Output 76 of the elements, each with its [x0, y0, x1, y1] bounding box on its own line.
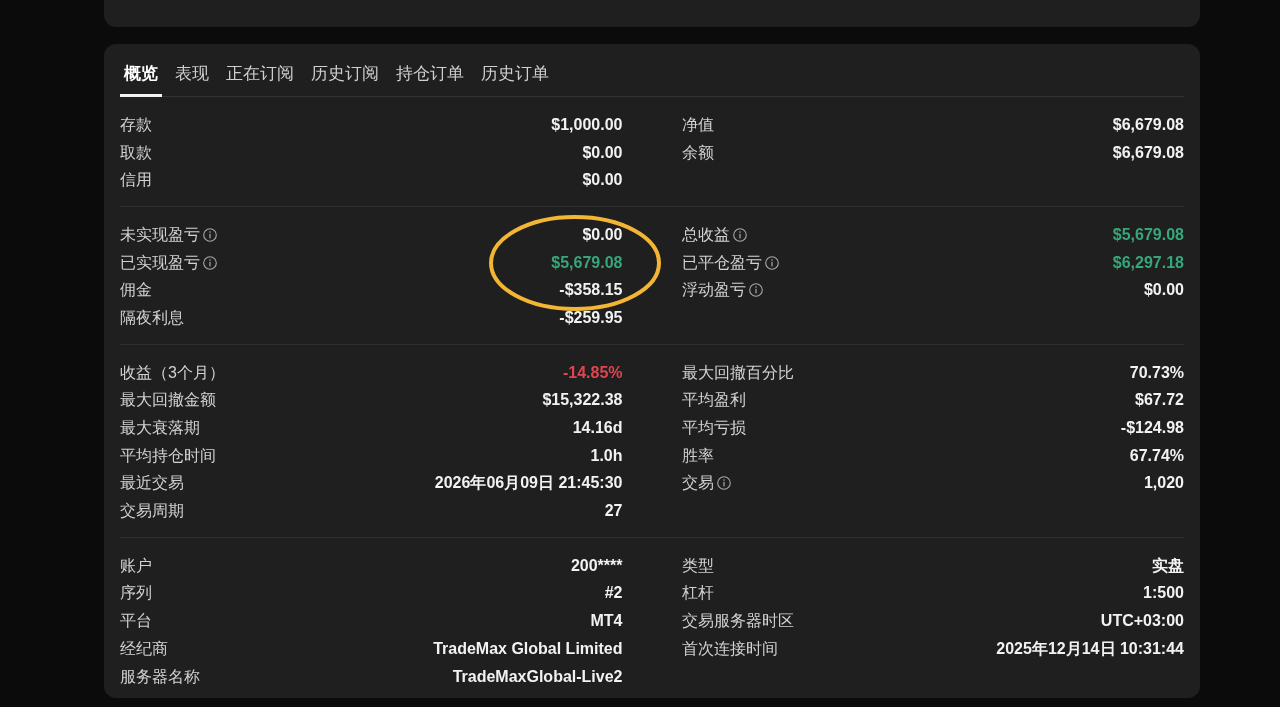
stat-label: 佣金 [120, 280, 152, 301]
info-icon[interactable] [203, 255, 217, 270]
info-icon[interactable] [732, 227, 747, 242]
stat-label: 未实现盈亏 [120, 224, 200, 245]
stat-label: 序列 [120, 583, 152, 604]
stat-label: 最大衰落期 [120, 418, 200, 439]
stat-label: 最大回撤百分比 [681, 362, 794, 383]
stat-value: -14.85% [562, 362, 623, 383]
stat-value: $0.00 [582, 142, 623, 163]
info-icon[interactable] [716, 476, 731, 491]
stat-value: $5,679.08 [1112, 224, 1184, 245]
stat-label: 信用 [120, 170, 152, 191]
stat-label: 已平仓盈亏 [681, 252, 762, 273]
stat-label: 服务器名称 [120, 666, 200, 687]
stat-label: 取款 [120, 142, 152, 163]
stat-label: 类型 [681, 555, 714, 576]
stat-label: 平均持仓时间 [120, 445, 216, 466]
stat-value: $6,679.08 [1112, 114, 1184, 135]
stat-value: 27 [604, 501, 623, 522]
stat-label: 经纪商 [120, 638, 168, 659]
stat-value: $15,322.38 [542, 390, 623, 411]
stat-label: 平均盈利 [681, 390, 746, 411]
stat-value: 2026年06月09日 21:45:30 [434, 473, 623, 494]
stat-label: 交易 [681, 473, 714, 494]
stat-value: $67.72 [1135, 390, 1184, 411]
stat-value: 2025年12月14日 10:31:44 [996, 638, 1184, 659]
stat-label: 交易服务器时区 [681, 611, 794, 632]
stat-value: UTC+03:00 [1100, 611, 1184, 632]
stat-label: 收益（3个月） [120, 362, 225, 383]
stat-label: 浮动盈亏 [681, 280, 746, 301]
info-icon[interactable] [748, 283, 763, 298]
stat-label: 最近交易 [120, 473, 184, 494]
tab[interactable]: 正在订阅 [222, 60, 298, 97]
stat-label: 已实现盈亏 [120, 252, 200, 273]
info-icon[interactable] [764, 255, 779, 270]
stat-label: 交易周期 [120, 501, 184, 522]
stat-label: 最大回撤金额 [120, 390, 216, 411]
stat-label: 首次连接时间 [681, 638, 778, 659]
stat-value: $5,679.08 [551, 252, 623, 273]
tab[interactable]: 持仓订单 [392, 60, 468, 97]
stat-label: 存款 [120, 114, 152, 135]
stat-label: 胜率 [681, 445, 714, 466]
stat-label: 平台 [120, 611, 152, 632]
tab[interactable]: 概览 [120, 60, 162, 97]
info-icon[interactable] [203, 227, 217, 242]
tab[interactable]: 表现 [171, 60, 213, 97]
stat-label: 总收益 [681, 224, 730, 245]
stat-value: $6,297.18 [1112, 252, 1184, 273]
stat-value: 200**** [570, 555, 623, 576]
stat-value: 1.0h [590, 445, 623, 466]
stat-label: 隔夜利息 [120, 307, 184, 328]
stat-value: MT4 [590, 611, 623, 632]
stat-value: 1:500 [1143, 583, 1184, 604]
stat-value: $0.00 [582, 170, 623, 191]
stat-value: -$124.98 [1120, 418, 1184, 439]
stat-value: 1,020 [1143, 473, 1184, 494]
stat-value: $6,679.08 [1112, 142, 1184, 163]
stat-label: 杠杆 [681, 583, 714, 604]
stat-label: 余额 [681, 142, 714, 163]
stat-value: 14.16d [572, 418, 623, 439]
stat-value: $1,000.00 [551, 114, 623, 135]
tab[interactable]: 历史订阅 [307, 60, 383, 97]
stat-label: 平均亏损 [681, 418, 746, 439]
stat-value: -$358.15 [559, 280, 623, 301]
stat-value: 实盘 [1152, 555, 1184, 576]
stat-value: 70.73% [1129, 362, 1184, 383]
stat-value: TradeMax Global Limited [433, 638, 623, 659]
stat-value: TradeMaxGlobal-Live2 [452, 666, 623, 687]
stat-value: $0.00 [1143, 280, 1184, 301]
stat-value: $0.00 [582, 224, 623, 245]
stat-value: 67.74% [1129, 445, 1184, 466]
stat-label: 净值 [681, 114, 714, 135]
stat-label: 账户 [120, 555, 152, 576]
stat-value: #2 [604, 583, 623, 604]
tab[interactable]: 历史订单 [477, 60, 553, 97]
stat-value: -$259.95 [559, 307, 623, 328]
